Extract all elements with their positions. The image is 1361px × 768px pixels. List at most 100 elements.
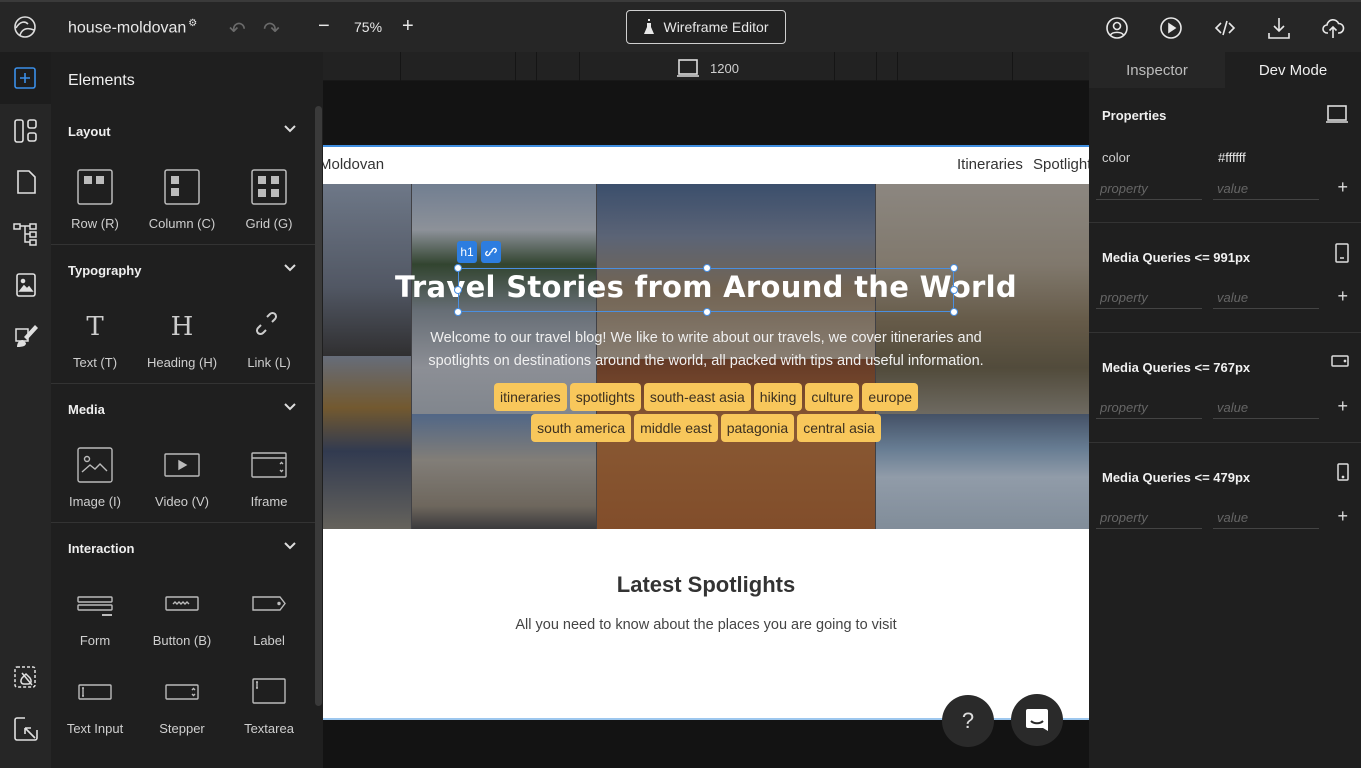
element-grid[interactable]: Grid (G) (226, 168, 312, 231)
form-icon (77, 596, 113, 616)
zoom-out-button[interactable]: − (318, 15, 330, 38)
account-icon[interactable] (1105, 16, 1129, 40)
element-type-badge[interactable]: h1 (457, 241, 477, 263)
download-icon[interactable] (1267, 16, 1291, 40)
value-input[interactable] (1213, 397, 1319, 419)
publish-cloud-icon[interactable] (1321, 16, 1345, 40)
resize-handle[interactable] (454, 264, 462, 272)
resize-handle[interactable] (950, 264, 958, 272)
section-header-media[interactable]: Media (68, 402, 105, 417)
rail-add-element[interactable] (0, 52, 51, 104)
property-input[interactable] (1096, 178, 1202, 200)
exit-editor-icon[interactable] (13, 716, 39, 742)
resize-handle[interactable] (950, 286, 958, 294)
tag[interactable]: central asia (797, 414, 881, 442)
style-brush-icon[interactable] (13, 323, 39, 349)
nav-link-spotlights[interactable]: Spotlights (1033, 156, 1089, 173)
tag[interactable]: itineraries (493, 383, 567, 411)
property-input[interactable] (1096, 507, 1202, 529)
nav-link-itineraries[interactable]: Itineraries (957, 156, 1023, 173)
help-button[interactable]: ? (942, 695, 994, 747)
element-text[interactable]: T Text (T) (52, 307, 138, 370)
resize-handle[interactable] (454, 286, 462, 294)
elements-panel-title: Elements (68, 72, 135, 89)
canvas[interactable]: 1200 Moldovan Itineraries Spotlights (323, 52, 1089, 768)
tag[interactable]: europe (862, 383, 919, 411)
add-property-button[interactable]: + (1337, 506, 1348, 527)
hero-section[interactable]: h1 Travel Stories from Around the World … (323, 184, 1089, 529)
chevron-down-icon[interactable] (283, 122, 297, 136)
resize-handle[interactable] (703, 264, 711, 272)
section-interaction: Interaction Form Button (B) Label Text I… (51, 523, 315, 768)
hide-element-icon[interactable] (13, 665, 39, 691)
elements-panel-scrollbar[interactable] (315, 106, 322, 706)
add-property-button[interactable]: + (1337, 286, 1348, 307)
element-image[interactable]: Image (I) (52, 446, 138, 509)
element-button[interactable]: Button (B) (139, 585, 225, 648)
element-form[interactable]: Form (52, 585, 138, 648)
tab-inspector[interactable]: Inspector (1089, 52, 1225, 88)
navigator-tree-icon[interactable] (13, 221, 39, 247)
code-icon[interactable] (1213, 16, 1237, 40)
element-iframe[interactable]: Iframe (226, 446, 312, 509)
chevron-down-icon[interactable] (283, 261, 297, 275)
tag[interactable]: south america (531, 414, 632, 442)
value-input[interactable] (1213, 178, 1319, 200)
add-property-button[interactable]: + (1337, 396, 1348, 417)
element-stepper[interactable]: Stepper (139, 673, 225, 736)
resize-handle[interactable] (703, 308, 711, 316)
hero-description[interactable]: Welcome to our travel blog! We like to w… (413, 327, 999, 373)
resize-handle[interactable] (454, 308, 462, 316)
undo-button[interactable]: ↶ (229, 17, 246, 42)
element-row-label: Row (R) (71, 216, 119, 231)
value-input[interactable] (1213, 287, 1319, 309)
element-heading[interactable]: H Heading (H) (139, 307, 225, 370)
chat-button[interactable] (1011, 694, 1063, 746)
chevron-down-icon[interactable] (283, 400, 297, 414)
property-value[interactable]: #ffffff (1218, 150, 1246, 165)
latest-spotlights-subtitle[interactable]: All you need to know about the places yo… (323, 617, 1089, 633)
page-preview[interactable]: Moldovan Itineraries Spotlights h1 (323, 145, 1089, 720)
preview-play-icon[interactable] (1159, 16, 1183, 40)
grid-icon (251, 169, 287, 205)
redo-button[interactable]: ↷ (263, 17, 280, 42)
element-column[interactable]: Column (C) (139, 168, 225, 231)
wireframe-editor-button[interactable]: Wireframe Editor (626, 10, 786, 44)
tag[interactable]: south-east asia (643, 383, 751, 411)
app-logo-icon[interactable] (13, 15, 37, 39)
tag[interactable]: spotlights (569, 383, 641, 411)
resize-handle[interactable] (950, 308, 958, 316)
section-header-interaction[interactable]: Interaction (68, 541, 134, 556)
zoom-level: 75% (354, 19, 383, 35)
add-property-button[interactable]: + (1337, 177, 1348, 198)
layout-blocks-icon[interactable] (13, 118, 39, 144)
section-header-typography[interactable]: Typography (68, 263, 141, 278)
zoom-in-button[interactable]: + (402, 15, 414, 38)
element-label[interactable]: Label (226, 585, 312, 648)
breakpoint-selector[interactable]: 1200 (676, 58, 739, 78)
element-link[interactable]: Link (L) (226, 307, 312, 370)
pages-icon[interactable] (13, 169, 39, 195)
property-name[interactable]: color (1102, 150, 1130, 165)
value-input[interactable] (1213, 507, 1319, 529)
tag[interactable]: middle east (634, 414, 718, 442)
element-video[interactable]: Video (V) (139, 446, 225, 509)
project-name[interactable]: house-moldovan ⚙ (68, 18, 197, 37)
tag[interactable]: culture (805, 383, 860, 411)
element-link-badge[interactable] (481, 241, 501, 263)
tab-dev-mode[interactable]: Dev Mode (1225, 52, 1361, 88)
element-row[interactable]: Row (R) (52, 168, 138, 231)
settings-gear-icon[interactable]: ⚙ (188, 18, 197, 29)
tag[interactable]: hiking (753, 383, 803, 411)
property-input[interactable] (1096, 397, 1202, 419)
site-brand[interactable]: Moldovan (323, 156, 384, 173)
assets-image-icon[interactable] (13, 272, 39, 298)
property-input[interactable] (1096, 287, 1202, 309)
latest-spotlights-heading[interactable]: Latest Spotlights (323, 572, 1089, 598)
element-text-input[interactable]: Text Input (52, 673, 138, 736)
breakpoint-ruler: 1200 (323, 52, 1089, 81)
element-textarea[interactable]: Textarea (226, 673, 312, 736)
chevron-down-icon[interactable] (283, 539, 297, 553)
tag[interactable]: patagonia (720, 414, 795, 442)
section-header-layout[interactable]: Layout (68, 124, 111, 139)
